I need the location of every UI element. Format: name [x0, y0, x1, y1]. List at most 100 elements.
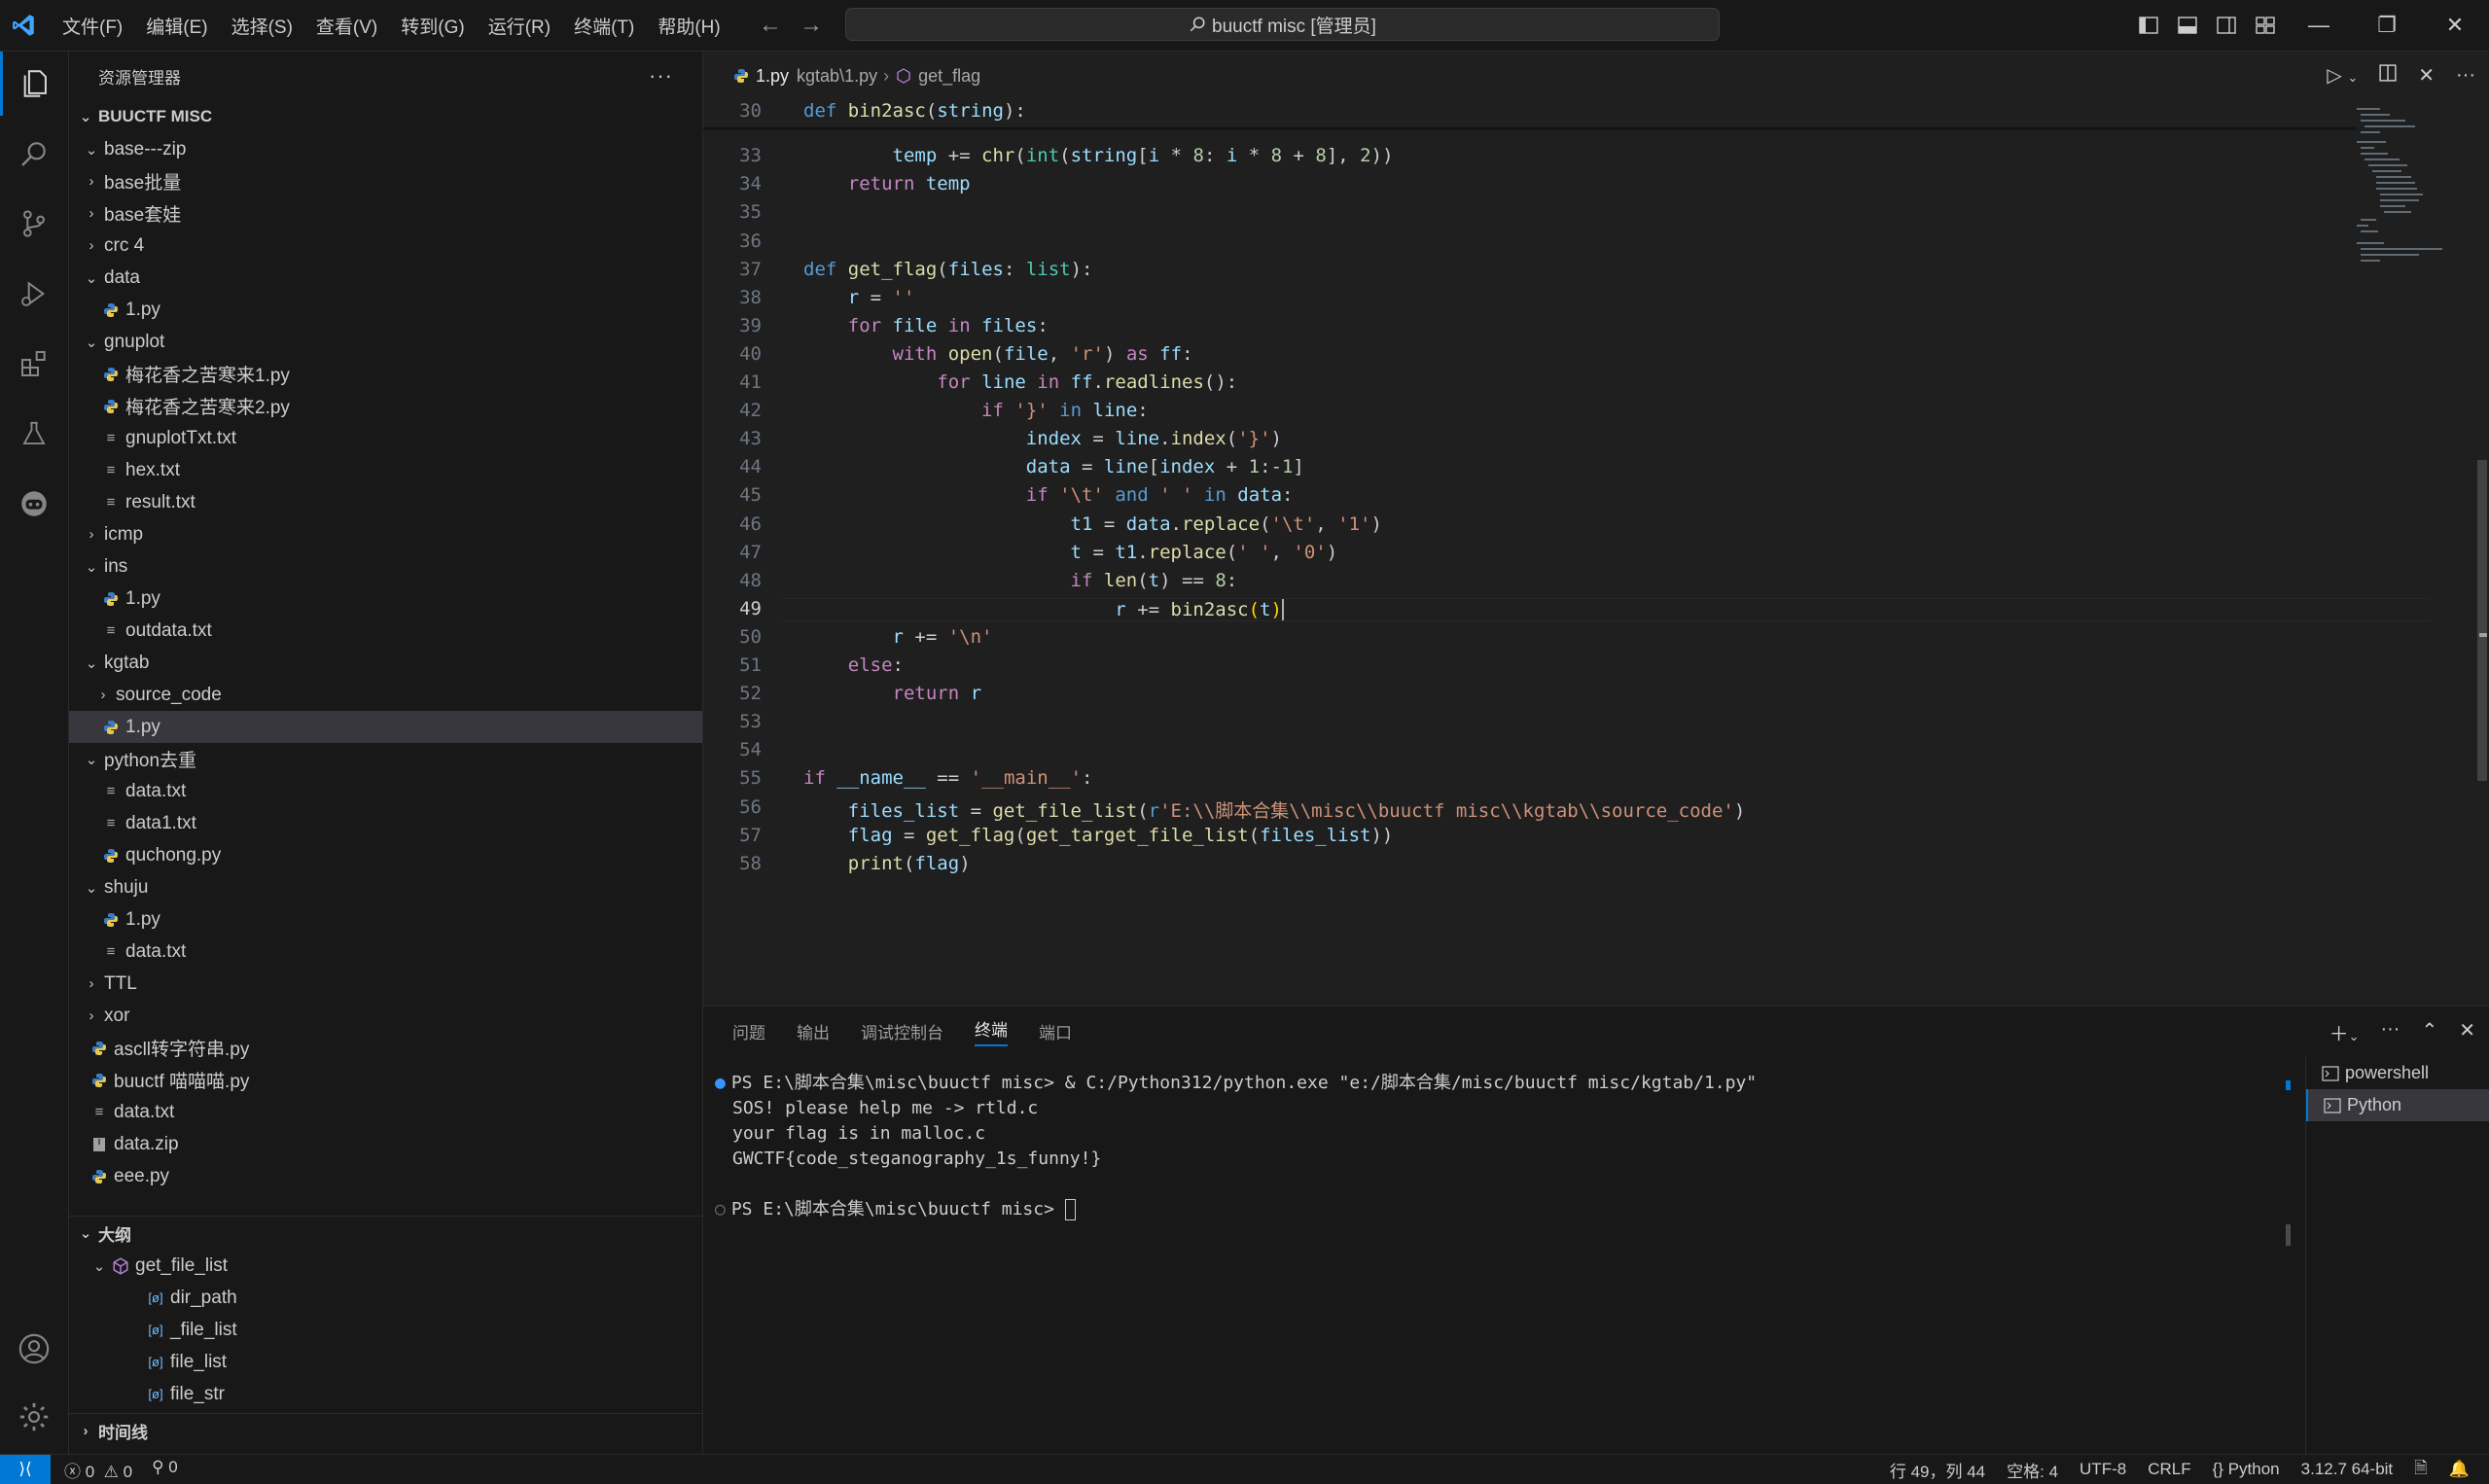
back-arrow-icon[interactable]: ←	[759, 12, 782, 39]
maximize-panel-icon[interactable]: ⌃	[2421, 1018, 2437, 1046]
code-line[interactable]: r = ''	[803, 287, 915, 308]
encoding[interactable]: UTF-8	[2080, 1460, 2126, 1479]
code-line[interactable]: else:	[803, 654, 904, 676]
outline-root[interactable]: ⌄ get_file_list	[69, 1250, 702, 1282]
code-line[interactable]: def get_flag(files: list):	[803, 259, 1093, 280]
code-line[interactable]: print(flag)	[803, 853, 971, 874]
run-debug-icon[interactable]	[0, 262, 68, 326]
code-line[interactable]: return temp	[803, 173, 971, 194]
menu-go[interactable]: 转到(G)	[389, 13, 476, 39]
tree-file[interactable]: ≡ data.txt	[69, 1096, 702, 1128]
tree-folder[interactable]: ⌄ kgtab	[69, 647, 702, 679]
terminal-scrollbar[interactable]	[2284, 1075, 2293, 1327]
terminal-output[interactable]: ● PS E:\脚本合集\misc\buuctf misc> & C:/Pytho…	[715, 1071, 1757, 1222]
menu-view[interactable]: 查看(V)	[304, 13, 389, 39]
code-line[interactable]: if '}' in line:	[803, 400, 1149, 421]
end-of-line[interactable]: CRLF	[2148, 1460, 2190, 1479]
tree-file[interactable]: 1.py	[69, 711, 702, 743]
tree-folder[interactable]: › base批量	[69, 165, 702, 197]
breadcrumb-symbol[interactable]: get_flag	[918, 66, 980, 87]
tree-file[interactable]: 1.py	[69, 583, 702, 615]
search-icon[interactable]	[0, 122, 68, 186]
close-editor-icon[interactable]: ✕	[2418, 63, 2435, 88]
tree-folder[interactable]: ⌄ data	[69, 262, 702, 294]
tree-folder[interactable]: ⌄ ins	[69, 550, 702, 583]
tree-folder[interactable]: › crc 4	[69, 230, 702, 262]
tree-file[interactable]: 梅花香之苦寒来2.py	[69, 390, 702, 422]
tree-file[interactable]: ≡ data.txt	[69, 775, 702, 807]
more-actions-icon[interactable]: ···	[649, 63, 673, 88]
tree-file[interactable]: buuctf 喵喵喵.py	[69, 1064, 702, 1096]
breadcrumb-file[interactable]: 1.py	[756, 66, 789, 87]
tree-file[interactable]: ≡ data.txt	[69, 936, 702, 968]
code-line[interactable]: with open(file, 'r') as ff:	[803, 343, 1193, 365]
tree-file[interactable]: quchong.py	[69, 839, 702, 871]
python-interpreter[interactable]: 3.12.7 64-bit	[2301, 1460, 2394, 1479]
menu-run[interactable]: 运行(R)	[477, 13, 562, 39]
accounts-icon[interactable]	[0, 1317, 68, 1381]
outline-item[interactable]: [ø] dir_path	[69, 1282, 702, 1314]
ports-indicator[interactable]: ⚲ 0	[152, 1458, 178, 1482]
tree-file[interactable]: ≡ result.txt	[69, 486, 702, 518]
tree-file[interactable]: 1.py	[69, 294, 702, 326]
code-line[interactable]: flag = get_flag(get_target_file_list(fil…	[803, 825, 1394, 846]
minimap[interactable]	[2353, 106, 2460, 271]
menu-edit[interactable]: 编辑(E)	[134, 13, 219, 39]
tree-file[interactable]: ≡ data1.txt	[69, 807, 702, 839]
forward-arrow-icon[interactable]: →	[800, 12, 823, 39]
tree-folder[interactable]: › xor	[69, 1000, 702, 1032]
tree-folder[interactable]: › base套娃	[69, 197, 702, 230]
scrollbar-thumb[interactable]	[2477, 460, 2487, 781]
explorer-icon[interactable]	[0, 52, 68, 116]
tab-output[interactable]: 输出	[797, 1019, 830, 1043]
run-file-icon[interactable]: ▷ ⌄	[2327, 63, 2358, 88]
indentation[interactable]: 空格: 4	[2007, 1458, 2058, 1482]
command-center[interactable]: buuctf misc [管理员]	[845, 8, 1720, 41]
code-line[interactable]: t1 = data.replace('\t', '1')	[803, 513, 1382, 535]
more-editor-actions-icon[interactable]: ···	[2456, 64, 2475, 87]
code-line[interactable]: def bin2asc(string):	[803, 100, 1026, 122]
close-panel-icon[interactable]: ✕	[2459, 1018, 2475, 1046]
code-line[interactable]: temp += chr(int(string[i * 8: i * 8 + 8]…	[803, 145, 1394, 166]
cursor-position[interactable]: 行 49，列 44	[1890, 1458, 1985, 1482]
tree-folder[interactable]: ⌄ gnuplot	[69, 326, 702, 358]
settings-gear-icon[interactable]	[0, 1385, 68, 1449]
code-line[interactable]: if '\t' and ' ' in data:	[803, 484, 1294, 506]
menu-terminal[interactable]: 终端(T)	[562, 13, 646, 39]
split-editor-icon[interactable]	[2379, 63, 2397, 88]
breadcrumb-path[interactable]: kgtab\1.py	[797, 66, 877, 87]
terminal-item-python[interactable]: Python	[2306, 1089, 2489, 1121]
code-line[interactable]: if __name__ == '__main__':	[803, 767, 1092, 789]
tree-file[interactable]: ≡ outdata.txt	[69, 615, 702, 647]
tab-debug-console[interactable]: 调试控制台	[861, 1019, 943, 1043]
toggle-secondary-sidebar-icon[interactable]	[2207, 0, 2246, 51]
source-control-icon[interactable]	[0, 192, 68, 256]
outline-item[interactable]: [ø] file_str	[69, 1378, 702, 1408]
tree-file[interactable]: eee.py	[69, 1160, 702, 1190]
workspace-folder-header[interactable]: ⌄ BUUCTF MISC	[69, 100, 702, 133]
code-line[interactable]: if len(t) == 8:	[803, 570, 1238, 591]
editor-scrollbar[interactable]	[2475, 102, 2489, 1005]
menu-selection[interactable]: 选择(S)	[220, 13, 304, 39]
terminal-item-powershell[interactable]: powershell	[2306, 1057, 2489, 1089]
tree-file[interactable]: 梅花香之苦寒来1.py	[69, 358, 702, 390]
tree-folder[interactable]: › TTL	[69, 968, 702, 1000]
toggle-primary-sidebar-icon[interactable]	[2129, 0, 2168, 51]
code-line[interactable]: files_list = get_file_list(r'E:\\脚本合集\\m…	[803, 796, 1746, 823]
code-line[interactable]: index = line.index('}')	[803, 428, 1282, 449]
tree-file[interactable]: 1.py	[69, 903, 702, 936]
language-mode[interactable]: {} Python	[2213, 1460, 2280, 1479]
tree-file[interactable]: ascll转字符串.py	[69, 1032, 702, 1064]
tree-folder[interactable]: › source_code	[69, 679, 702, 711]
code-line[interactable]: return r	[803, 683, 982, 704]
customize-layout-icon[interactable]	[2246, 0, 2285, 51]
tree-folder[interactable]: ⌄ shuju	[69, 871, 702, 903]
copilot-icon[interactable]	[0, 472, 68, 536]
extensions-icon[interactable]	[0, 332, 68, 396]
code-line[interactable]: r += bin2asc(t)	[781, 597, 2430, 621]
problems-indicator[interactable]: ⓧ 0 ⚠ 0	[64, 1458, 132, 1482]
notifications-bell-icon[interactable]: 🔔	[2449, 1460, 2470, 1479]
close-window-icon[interactable]: ✕	[2421, 0, 2489, 51]
tree-file[interactable]: data.zip	[69, 1128, 702, 1160]
tree-folder[interactable]: ⌄ python去重	[69, 743, 702, 775]
